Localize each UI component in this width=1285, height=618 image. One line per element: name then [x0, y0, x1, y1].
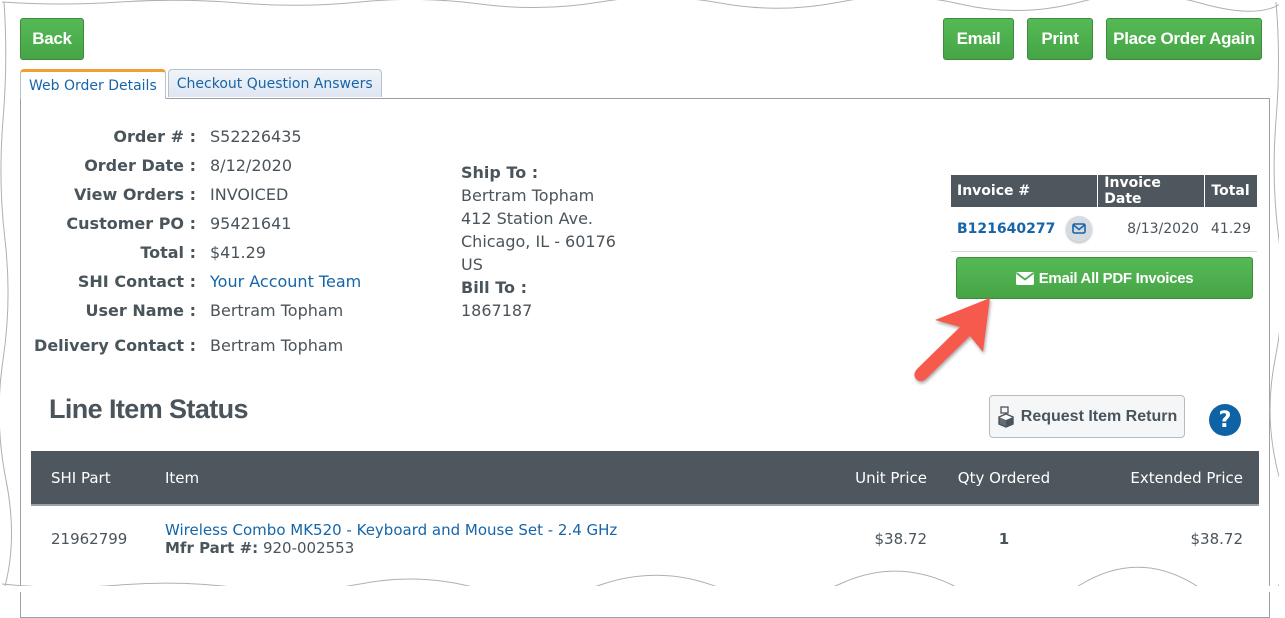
- order-date-label: Order Date :: [84, 156, 196, 175]
- invoice-number-cell: B121640277: [951, 207, 1098, 252]
- invoice-row: B121640277 8/13/2020 41.29: [951, 207, 1257, 252]
- back-button[interactable]: Back: [20, 18, 84, 60]
- ship-to-city: Chicago, IL - 60176: [461, 232, 616, 251]
- item-cell: Wireless Combo MK520 - Keyboard and Mous…: [153, 505, 753, 571]
- unit-price-cell: $38.72: [874, 529, 928, 548]
- email-all-label: Email All PDF Invoices: [1038, 269, 1194, 287]
- ship-bill-block: Ship To : Bertram Topham 412 Station Ave…: [461, 161, 616, 322]
- bill-to-label: Bill To :: [461, 278, 527, 297]
- mfr-part-label: Mfr Part #:: [165, 538, 259, 557]
- order-date-value: 8/12/2020: [210, 156, 293, 175]
- delivery-contact-value: Bertram Topham: [210, 336, 344, 355]
- table-row: 21962799 Wireless Combo MK520 - Keyboard…: [31, 505, 1259, 571]
- order-status-value: INVOICED: [210, 185, 289, 204]
- invoice-number-link[interactable]: B121640277: [957, 221, 1055, 237]
- user-name-label: User Name :: [85, 301, 196, 320]
- invoice-total-header: Total: [1204, 175, 1257, 207]
- ship-to-name: Bertram Topham: [461, 186, 595, 205]
- print-button[interactable]: Print: [1027, 18, 1093, 60]
- request-item-return-button[interactable]: Request Item Return: [989, 395, 1185, 438]
- mfr-part-value: 920-002553: [262, 538, 355, 557]
- qty-ordered-header: Qty Ordered: [939, 451, 1069, 506]
- request-item-return-label: Request Item Return: [1020, 407, 1178, 425]
- order-number-label: Order # :: [113, 127, 196, 146]
- customer-po-label: Customer PO :: [66, 214, 196, 233]
- customer-po-value: 95421641: [210, 214, 292, 233]
- tab-checkout-question-answers[interactable]: Checkout Question Answers: [167, 69, 382, 97]
- shi-part-header: SHI Part: [31, 451, 153, 506]
- invoice-table: Invoice # Invoice Date Total B121640277 …: [951, 175, 1257, 252]
- extended-price-cell: $38.72: [1190, 529, 1244, 548]
- qty-ordered-cell: 1: [998, 529, 1010, 548]
- tab-bar: Web Order Details Checkout Question Answ…: [20, 69, 382, 99]
- shi-contact-link[interactable]: Your Account Team: [210, 272, 361, 291]
- total-label: Total :: [140, 243, 196, 262]
- email-button[interactable]: Email: [943, 18, 1014, 60]
- help-icon[interactable]: ?: [1209, 404, 1241, 436]
- user-name-value: Bertram Topham: [210, 301, 344, 320]
- invoice-header-row: Invoice # Invoice Date Total: [951, 175, 1257, 207]
- line-item-status-title: Line Item Status: [49, 394, 249, 424]
- bill-to-account: 1867187: [461, 301, 533, 320]
- email-invoice-button[interactable]: [1065, 215, 1092, 242]
- shi-part-cell: 21962799: [51, 529, 128, 548]
- view-orders-label: View Orders :: [74, 185, 196, 204]
- invoice-date-header: Invoice Date: [1097, 175, 1206, 207]
- extended-price-header: Extended Price: [1069, 451, 1259, 506]
- delivery-contact-label: Delivery Contact :: [34, 336, 196, 355]
- shi-contact-label: SHI Contact :: [77, 272, 196, 291]
- line-items-header-row: SHI Part Item Unit Price Qty Ordered Ext…: [31, 451, 1259, 506]
- item-header: Item: [153, 451, 753, 506]
- unit-price-header: Unit Price: [753, 451, 939, 506]
- invoice-date-cell: 8/13/2020: [1097, 207, 1205, 252]
- ship-to-street: 412 Station Ave.: [461, 209, 593, 228]
- envelope-icon: [1071, 223, 1086, 235]
- line-items-table: SHI Part Item Unit Price Qty Ordered Ext…: [31, 451, 1259, 571]
- ship-to-country: US: [461, 255, 483, 274]
- item-description-link[interactable]: Wireless Combo MK520 - Keyboard and Mous…: [165, 521, 741, 539]
- total-value: $41.29: [210, 243, 266, 262]
- order-number-value: S52226435: [210, 127, 302, 146]
- box-return-icon: [998, 405, 1014, 428]
- invoice-number-header: Invoice #: [951, 175, 1099, 207]
- ship-to-label: Ship To :: [461, 163, 539, 182]
- order-details-panel: Order # : S52226435 Order Date : 8/12/20…: [20, 98, 1270, 618]
- tab-web-order-details[interactable]: Web Order Details: [20, 69, 166, 99]
- invoice-total-cell: 41.29: [1204, 207, 1257, 252]
- place-order-again-button[interactable]: Place Order Again: [1106, 18, 1262, 60]
- annotation-arrow-icon: [914, 298, 990, 382]
- envelope-icon: [1015, 271, 1034, 285]
